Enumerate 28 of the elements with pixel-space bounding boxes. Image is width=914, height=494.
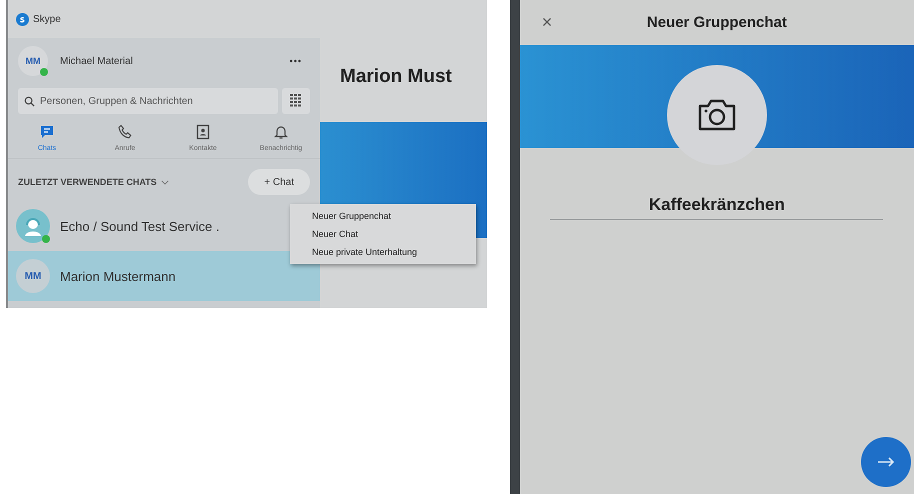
dialpad-icon <box>290 94 302 108</box>
more-options-button[interactable]: ••• <box>282 56 310 66</box>
menu-item[interactable]: Neuer Gruppenchat <box>290 207 476 225</box>
dialog-title: Neuer Gruppenchat <box>646 14 787 31</box>
window-title: Skype <box>33 14 61 24</box>
skype-logo-icon <box>16 12 29 26</box>
search-icon <box>24 96 35 107</box>
arrow-right-icon <box>877 457 895 467</box>
group-name-field[interactable]: Kaffeekränzchen <box>550 193 884 220</box>
chat-list-item[interactable]: Echo / Sound Test Service . <box>8 201 228 251</box>
chevron-down-icon <box>160 180 169 184</box>
contacts-icon <box>195 124 211 140</box>
next-button[interactable] <box>861 437 911 487</box>
close-button[interactable]: × <box>538 12 556 33</box>
profile-name: Michael Material <box>60 56 134 66</box>
camera-icon <box>696 98 737 132</box>
chat-icon <box>39 124 55 140</box>
bell-icon <box>273 124 289 140</box>
dialpad-button[interactable] <box>282 88 310 114</box>
conversation-title: Marion Must <box>339 65 453 89</box>
headset-person-icon <box>22 215 44 237</box>
section-header[interactable]: ZULETZT VERWENDETE CHATS <box>18 177 157 187</box>
contact-avatar: MM <box>16 259 50 293</box>
new-chat-button[interactable]: + Chat <box>248 169 310 195</box>
profile-avatar[interactable]: MM <box>18 46 48 76</box>
menu-item[interactable]: Neuer Chat <box>290 225 476 243</box>
phone-icon <box>117 124 133 140</box>
search-field[interactable]: Personen, Gruppen & Nachrichten <box>18 88 278 114</box>
